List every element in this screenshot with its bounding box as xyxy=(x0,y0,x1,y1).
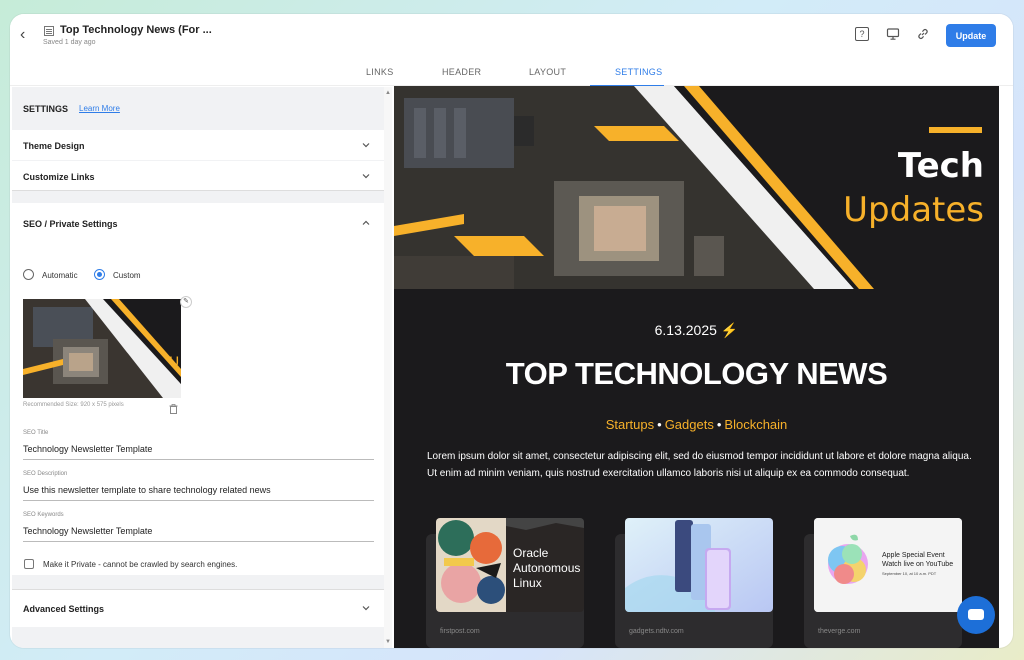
tab-header[interactable]: HEADER xyxy=(442,67,481,77)
chat-bubble-icon[interactable] xyxy=(957,596,995,634)
apple-event-date: September 10, at 10 a.m. PDT xyxy=(882,571,937,576)
help-icon[interactable]: ? xyxy=(855,27,869,41)
recommended-size-note: Recommended Size: 920 x 575 pixels xyxy=(23,402,124,408)
document-icon xyxy=(44,26,54,36)
bullet-separator: • xyxy=(716,417,722,432)
tag-blockchain: Blockchain xyxy=(724,417,788,432)
newsletter-body-text: Lorem ipsum dolor sit amet, consectetur … xyxy=(427,451,972,479)
back-button[interactable]: ‹ xyxy=(20,26,34,44)
hero-circuit-image xyxy=(394,86,999,289)
tab-settings[interactable]: SETTINGS xyxy=(615,67,662,77)
seo-title-underline xyxy=(23,459,374,460)
topic-tags: Startups • Gadgets • Blockchain xyxy=(394,417,999,432)
svg-text:U: U xyxy=(169,355,179,371)
chevron-down-icon xyxy=(362,172,370,180)
newsletter-date: 6.13.2025 ⚡ xyxy=(394,322,999,339)
tab-layout[interactable]: LAYOUT xyxy=(529,67,566,77)
advanced-settings-label: Advanced Settings xyxy=(23,604,105,614)
bullet-separator: • xyxy=(657,417,662,432)
customize-links-label: Customize Links xyxy=(23,172,95,182)
custom-radio-label: Custom xyxy=(113,271,141,280)
top-bar: ‹ Top Technology News (For ... Saved 1 d… xyxy=(10,14,1013,56)
seo-description-underline xyxy=(23,500,374,501)
card-image-caption: Oracle Autonomous Linux xyxy=(513,546,581,590)
seo-description-label: SEO Description xyxy=(23,471,68,477)
card-image-caption: Apple Special Event Watch live on YouTub… xyxy=(882,551,960,578)
accordion-theme-design[interactable]: Theme Design xyxy=(12,130,384,160)
edit-pencil-icon[interactable]: ✎ xyxy=(180,296,192,308)
card-source: theverge.com xyxy=(818,628,861,635)
chevron-down-icon xyxy=(362,604,370,612)
seo-image-preview[interactable]: U xyxy=(23,299,181,398)
seo-title-field[interactable]: Technology Newsletter Template xyxy=(23,444,152,454)
seo-keywords-label: SEO Keywords xyxy=(23,512,64,518)
newsletter-headline: TOP TECHNOLOGY NEWS xyxy=(505,356,888,391)
tag-startups: Startups xyxy=(605,417,655,432)
tag-gadgets: Gadgets xyxy=(664,417,714,432)
hero-subtitle: Updates xyxy=(843,190,984,230)
seo-private-label[interactable]: SEO / Private Settings xyxy=(23,219,118,229)
settings-panel: SETTINGS Learn More Theme Design Customi… xyxy=(12,87,386,648)
private-checkbox[interactable] xyxy=(24,559,34,569)
document-title[interactable]: Top Technology News (For ... xyxy=(60,24,212,36)
monitor-icon[interactable] xyxy=(886,27,900,41)
chevron-up-icon[interactable] xyxy=(362,219,370,227)
chevron-left-icon: ‹ xyxy=(20,26,26,43)
card-source: firstpost.com xyxy=(440,628,480,635)
date-text: 6.13.2025 xyxy=(654,322,717,338)
card-image-oracle: Oracle Autonomous Linux xyxy=(436,518,584,612)
app-window: ‹ Top Technology News (For ... Saved 1 d… xyxy=(10,14,1013,648)
lightning-bolt-icon: ⚡ xyxy=(720,322,739,338)
link-icon[interactable] xyxy=(916,27,930,41)
hero-title: Tech xyxy=(897,146,984,186)
newsletter-preview: Tech Updates 6.13.2025 ⚡ TOP TECHNOLOGY N… xyxy=(394,86,999,648)
card-image-phones xyxy=(625,518,773,612)
hero-accent-bar xyxy=(929,127,982,133)
news-card[interactable]: Apple Special Event Watch live on YouTub… xyxy=(804,518,962,648)
theme-design-label: Theme Design xyxy=(23,141,85,151)
automatic-radio[interactable] xyxy=(23,269,34,280)
automatic-radio-label: Automatic xyxy=(42,271,78,280)
accordion-customize-links[interactable]: Customize Links xyxy=(12,161,384,191)
scroll-up-arrow-icon[interactable]: ▲ xyxy=(385,90,391,96)
news-card[interactable]: Oracle Autonomous Linux firstpost.com xyxy=(426,518,584,648)
apple-event-title: Apple Special Event Watch live on YouTub… xyxy=(882,552,954,568)
scroll-down-arrow-icon[interactable]: ▼ xyxy=(385,639,391,645)
card-image-apple-event: Apple Special Event Watch live on YouTub… xyxy=(814,518,962,612)
seo-keywords-underline xyxy=(23,541,374,542)
hero-banner: Tech Updates xyxy=(394,86,999,289)
settings-heading: SETTINGS xyxy=(23,104,69,114)
custom-radio[interactable] xyxy=(94,269,105,280)
seo-keywords-field[interactable]: Technology Newsletter Template xyxy=(23,526,152,536)
panel-scrollbar[interactable] xyxy=(384,87,392,648)
chevron-down-icon xyxy=(362,141,370,149)
saved-status: Saved 1 day ago xyxy=(43,39,96,46)
tab-links[interactable]: LINKS xyxy=(366,67,394,77)
accordion-advanced-settings[interactable]: Advanced Settings xyxy=(12,589,384,627)
card-source: gadgets.ndtv.com xyxy=(629,628,684,635)
learn-more-link[interactable]: Learn More xyxy=(79,104,120,113)
seo-description-field[interactable]: Use this newsletter template to share te… xyxy=(23,485,271,495)
news-card[interactable]: gadgets.ndtv.com xyxy=(615,518,773,648)
private-checkbox-label: Make it Private - cannot be crawled by s… xyxy=(43,560,238,569)
seo-title-label: SEO Title xyxy=(23,430,49,436)
trash-icon[interactable] xyxy=(169,404,178,416)
update-button[interactable]: Update xyxy=(946,24,996,47)
editor-tabs: LINKS HEADER LAYOUT SETTINGS xyxy=(10,56,1013,86)
